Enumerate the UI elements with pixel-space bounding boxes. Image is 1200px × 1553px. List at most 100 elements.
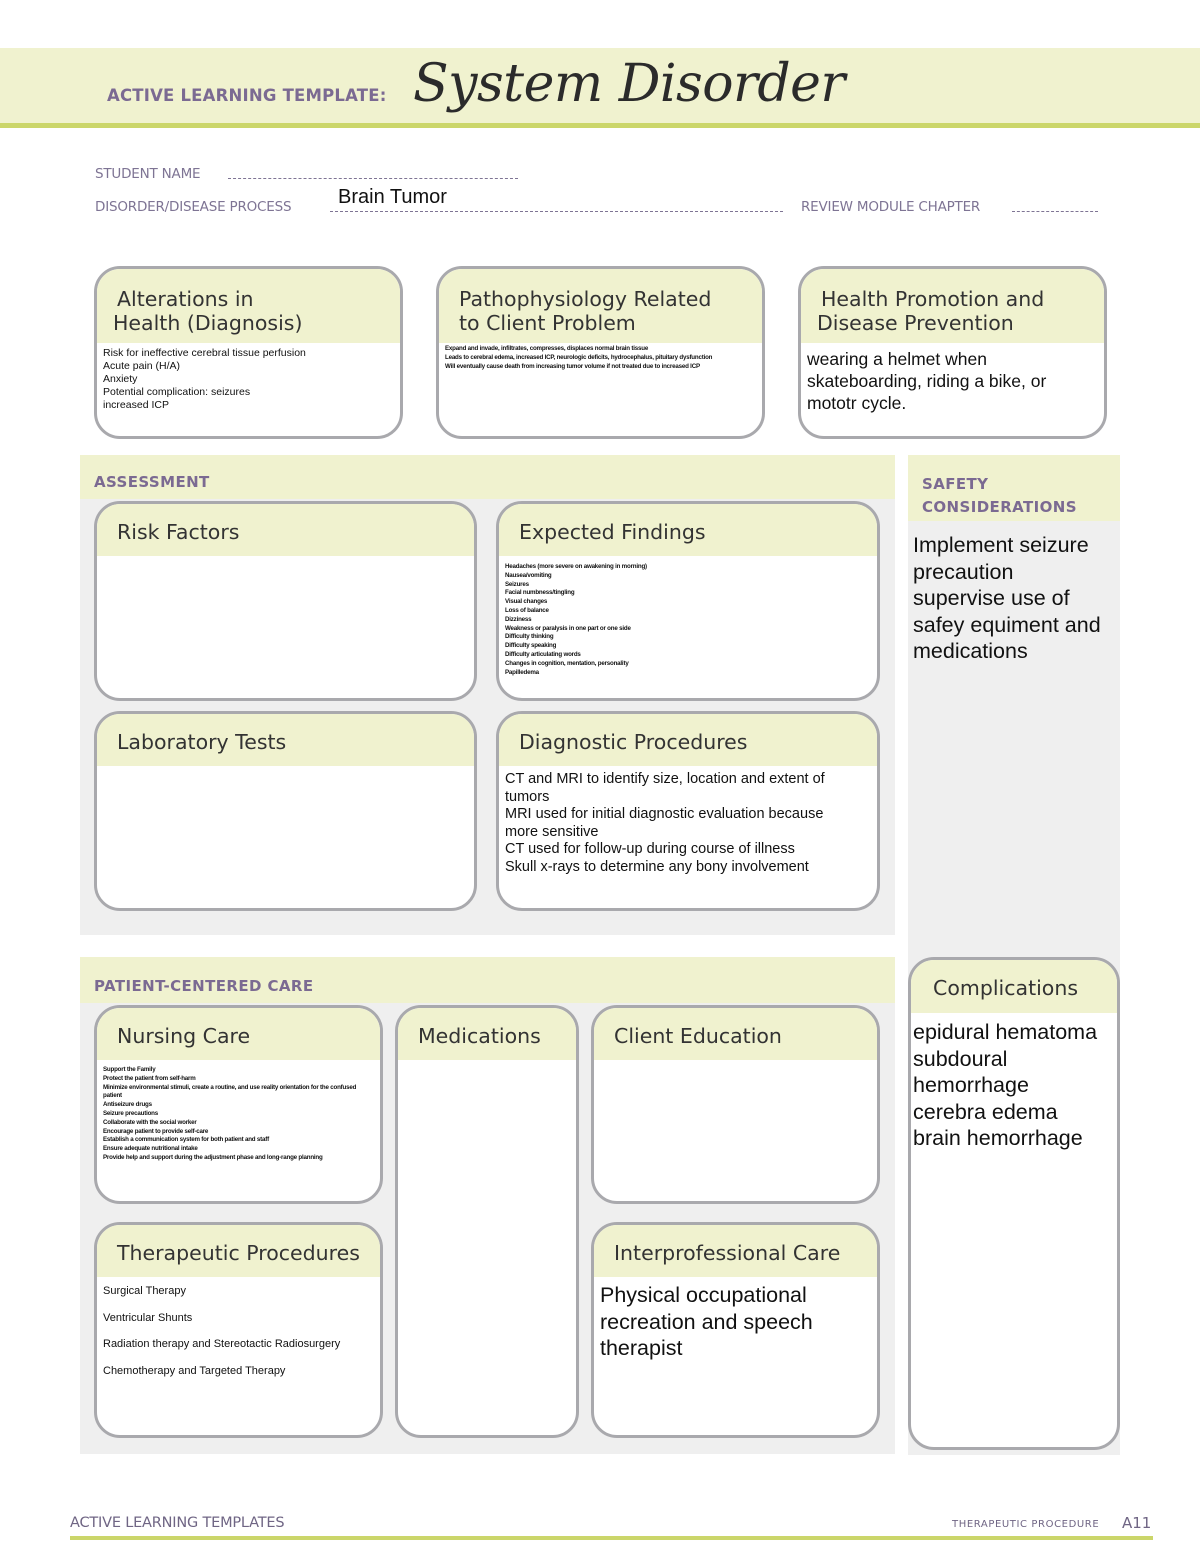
medications-title: Medications: [398, 1008, 576, 1060]
list-item: MRI used for initial diagnostic evaluati…: [505, 806, 824, 840]
list-item: Anxiety: [103, 373, 138, 385]
medications-body[interactable]: [398, 1060, 576, 1064]
list-item: Implement seizure precaution: [913, 533, 1089, 584]
nursing-care-body[interactable]: Support the Family Protect the patient f…: [97, 1060, 380, 1163]
health-promotion-title: Health Promotion and Disease Prevention: [801, 269, 1104, 343]
disorder-label: DISORDER/DISEASE PROCESS: [95, 199, 292, 215]
client-education-title: Client Education: [594, 1008, 877, 1060]
list-item: Visual changes: [505, 598, 548, 606]
alterations-body[interactable]: Risk for ineffective cerebral tissue per…: [97, 343, 400, 412]
page-title: System Disorder: [413, 54, 845, 114]
list-item: brain hemorrhage: [913, 1126, 1083, 1150]
laboratory-tests-card: Laboratory Tests: [94, 711, 477, 911]
list-item: Radiation therapy and Stereotactic Radio…: [103, 1338, 341, 1350]
list-item: Encourage patient to provide self-care: [103, 1127, 209, 1135]
list-item: Acute pain (H/A): [103, 360, 181, 372]
disorder-field[interactable]: [330, 211, 783, 212]
list-item: Difficulty speaking: [505, 642, 557, 650]
template-kicker: ACTIVE LEARNING TEMPLATE:: [107, 86, 387, 105]
list-item: Weakness or paralysis in one part or one…: [505, 624, 631, 632]
list-item: Ensure adequate nutritional intake: [103, 1145, 198, 1153]
therapeutic-procedures-title: Therapeutic Procedures: [97, 1225, 380, 1277]
diagnostic-procedures-card: Diagnostic Procedures CT and MRI to iden…: [496, 711, 880, 911]
list-item: Loss of balance: [505, 606, 549, 614]
list-item: Establish a communication system for bot…: [103, 1136, 269, 1144]
footer-section-label: THERAPEUTIC PROCEDURE: [952, 1519, 1100, 1530]
list-item: epidural hematoma: [913, 1020, 1098, 1044]
diagnostic-procedures-body[interactable]: CT and MRI to identify size, location an…: [499, 766, 877, 876]
list-item: Nausea/vomiting: [505, 571, 552, 579]
risk-factors-body[interactable]: [97, 556, 474, 560]
risk-factors-title: Risk Factors: [97, 504, 474, 556]
student-name-field[interactable]: [228, 178, 518, 179]
medications-card: Medications: [395, 1005, 579, 1438]
laboratory-tests-body[interactable]: [97, 766, 474, 770]
diagnostic-procedures-title: Diagnostic Procedures: [499, 714, 877, 766]
list-item: Collaborate with the social worker: [103, 1118, 197, 1126]
list-item: Seizure precautions: [103, 1109, 158, 1117]
footer-title: ACTIVE LEARNING TEMPLATES: [70, 1515, 285, 1531]
interprofessional-care-body[interactable]: Physical occupational recreation and spe…: [594, 1277, 877, 1362]
list-item: Expand and invade, infiltrates, compress…: [445, 345, 649, 352]
alterations-title: Alterations in Health (Diagnosis): [97, 269, 400, 343]
interprofessional-care-card: Interprofessional Care Physical occupati…: [591, 1222, 880, 1438]
footer-rule: [70, 1536, 1153, 1540]
expected-findings-title: Expected Findings: [499, 504, 877, 556]
complications-card: Complications epidural hematoma subdoura…: [908, 957, 1120, 1450]
list-item: Difficulty articulating words: [505, 650, 581, 658]
alterations-card: Alterations in Health (Diagnosis) Risk f…: [94, 266, 403, 439]
risk-factors-card: Risk Factors: [94, 501, 477, 701]
list-item: Support the Family: [103, 1066, 156, 1073]
list-item: Headaches (more severe on awakening in m…: [505, 563, 647, 570]
list-item: Will eventually cause death from increas…: [445, 362, 700, 370]
list-item: Seizures: [505, 580, 529, 588]
review-module-field[interactable]: [1012, 211, 1098, 212]
list-item: Skull x-rays to determine any bony invol…: [505, 858, 809, 875]
therapeutic-procedures-body[interactable]: Surgical Therapy Ventricular Shunts Radi…: [97, 1277, 380, 1378]
review-module-label: REVIEW MODULE CHAPTER: [801, 199, 981, 215]
list-item: Antiseizure drugs: [103, 1101, 152, 1109]
list-item: cerebra edema: [913, 1099, 1058, 1124]
list-item: Minimize environmental stimuli, create a…: [103, 1083, 357, 1100]
list-item: Dizziness: [505, 615, 532, 623]
laboratory-tests-title: Laboratory Tests: [97, 714, 474, 766]
list-item: Ventricular Shunts: [103, 1311, 193, 1324]
list-item: CT and MRI to identify size, location an…: [505, 771, 825, 805]
pathophysiology-card: Pathophysiology Related to Client Proble…: [436, 266, 765, 439]
list-item: Potential complication: seizures: [103, 386, 251, 398]
list-item: Surgical Therapy: [103, 1285, 186, 1297]
complications-body[interactable]: epidural hematoma subdoural hemorrhage c…: [911, 1013, 1117, 1152]
health-promotion-card: Health Promotion and Disease Prevention …: [798, 266, 1107, 439]
health-promotion-body[interactable]: wearing a helmet when skateboarding, rid…: [801, 343, 1104, 414]
list-item: CT used for follow-up during course of i…: [505, 841, 795, 857]
list-item: Physical occupational recreation and spe…: [600, 1283, 813, 1360]
expected-findings-body[interactable]: Headaches (more severe on awakening in m…: [499, 556, 877, 677]
list-item: Provide help and support during the adju…: [103, 1153, 323, 1161]
client-education-card: Client Education: [591, 1005, 880, 1204]
interprofessional-care-title: Interprofessional Care: [594, 1225, 877, 1277]
list-item: Changes in cognition, mentation, persona…: [505, 659, 629, 667]
list-item: Facial numbness/tingling: [505, 589, 575, 597]
nursing-care-card: Nursing Care Support the Family Protect …: [94, 1005, 383, 1204]
safety-label: SAFETY CONSIDERATIONS: [922, 475, 1077, 516]
list-item: Difficulty thinking: [505, 633, 554, 641]
page-number: A11: [1122, 1514, 1152, 1532]
safety-body[interactable]: Implement seizure precaution supervise u…: [913, 532, 1113, 665]
list-item: Protect the patient from self-harm: [103, 1074, 196, 1082]
student-name-label: STUDENT NAME: [95, 166, 201, 182]
nursing-care-title: Nursing Care: [97, 1008, 380, 1060]
pathophysiology-title: Pathophysiology Related to Client Proble…: [439, 269, 762, 343]
list-item: supervise use of safey equiment and medi…: [913, 586, 1101, 663]
assessment-label: ASSESSMENT: [94, 473, 210, 491]
list-item: Chemotherapy and Targeted Therapy: [103, 1364, 286, 1377]
patient-centered-care-label: PATIENT-CENTERED CARE: [94, 977, 314, 995]
disorder-value: Brain Tumor: [338, 186, 447, 208]
list-item: Leads to cerebral edema, increased ICP, …: [445, 353, 713, 361]
complications-title: Complications: [911, 960, 1117, 1013]
list-item: increased ICP: [103, 399, 169, 411]
client-education-body[interactable]: [594, 1060, 877, 1064]
therapeutic-procedures-card: Therapeutic Procedures Surgical Therapy …: [94, 1222, 383, 1438]
list-item: subdoural hemorrhage: [913, 1046, 1029, 1098]
list-item: Risk for ineffective cerebral tissue per…: [103, 347, 306, 359]
pathophysiology-body[interactable]: Expand and invade, infiltrates, compress…: [439, 343, 762, 371]
